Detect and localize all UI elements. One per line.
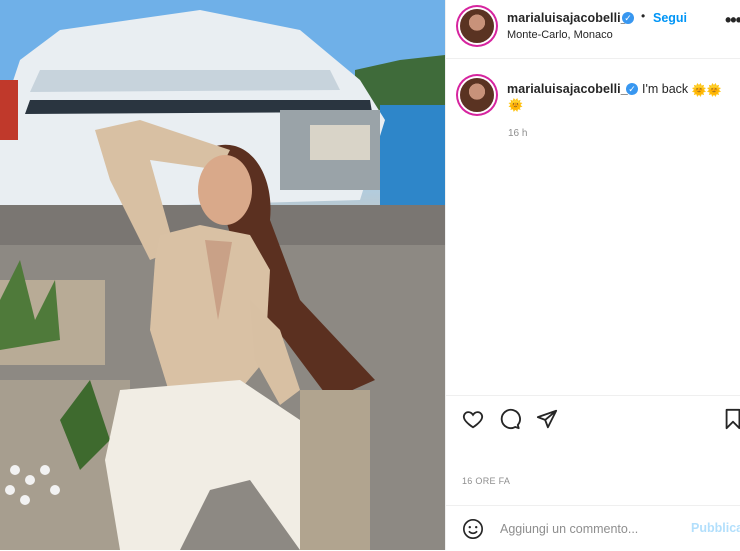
verified-badge-icon: ✓ xyxy=(622,12,634,24)
caption-verified-badge-icon: ✓ xyxy=(626,83,638,95)
separator-dot: • xyxy=(641,9,646,23)
caption-timestamp[interactable]: 16 h xyxy=(508,128,527,139)
caption-author-username[interactable]: marialuisajacobelli_ xyxy=(507,82,628,96)
share-icon[interactable] xyxy=(536,408,558,435)
author-avatar[interactable] xyxy=(460,9,494,43)
sun-emoji-icon: 🌞 xyxy=(508,98,523,112)
post-date[interactable]: 16 ORE FA xyxy=(462,476,510,486)
emoji-picker-icon[interactable] xyxy=(462,518,484,545)
caption-text: I'm back 🌞🌞 xyxy=(642,82,722,97)
heart-icon[interactable] xyxy=(462,408,484,435)
caption-author-avatar[interactable] xyxy=(460,78,494,112)
follow-button[interactable]: Segui xyxy=(653,11,687,25)
publish-button[interactable]: Pubblica xyxy=(691,521,740,535)
comment-input[interactable] xyxy=(498,518,692,540)
more-options-icon[interactable]: ••• xyxy=(725,10,740,31)
post-side-panel: marialuisajacobelli_ ✓ • Segui Monte-Car… xyxy=(445,0,740,550)
post-location[interactable]: Monte-Carlo, Monaco xyxy=(507,29,613,41)
add-comment-bar: Pubblica xyxy=(446,505,740,551)
sun-emoji-icon: 🌞 xyxy=(706,82,722,97)
sun-emoji-icon: 🌞 xyxy=(691,82,707,97)
action-bar xyxy=(446,395,740,444)
bookmark-icon[interactable] xyxy=(722,408,740,435)
post-photo[interactable] xyxy=(0,0,445,550)
author-username[interactable]: marialuisajacobelli_ xyxy=(507,11,628,25)
comment-icon[interactable] xyxy=(499,408,521,435)
post-header: marialuisajacobelli_ ✓ • Segui Monte-Car… xyxy=(446,0,740,59)
post-photo-illustration xyxy=(0,0,445,550)
